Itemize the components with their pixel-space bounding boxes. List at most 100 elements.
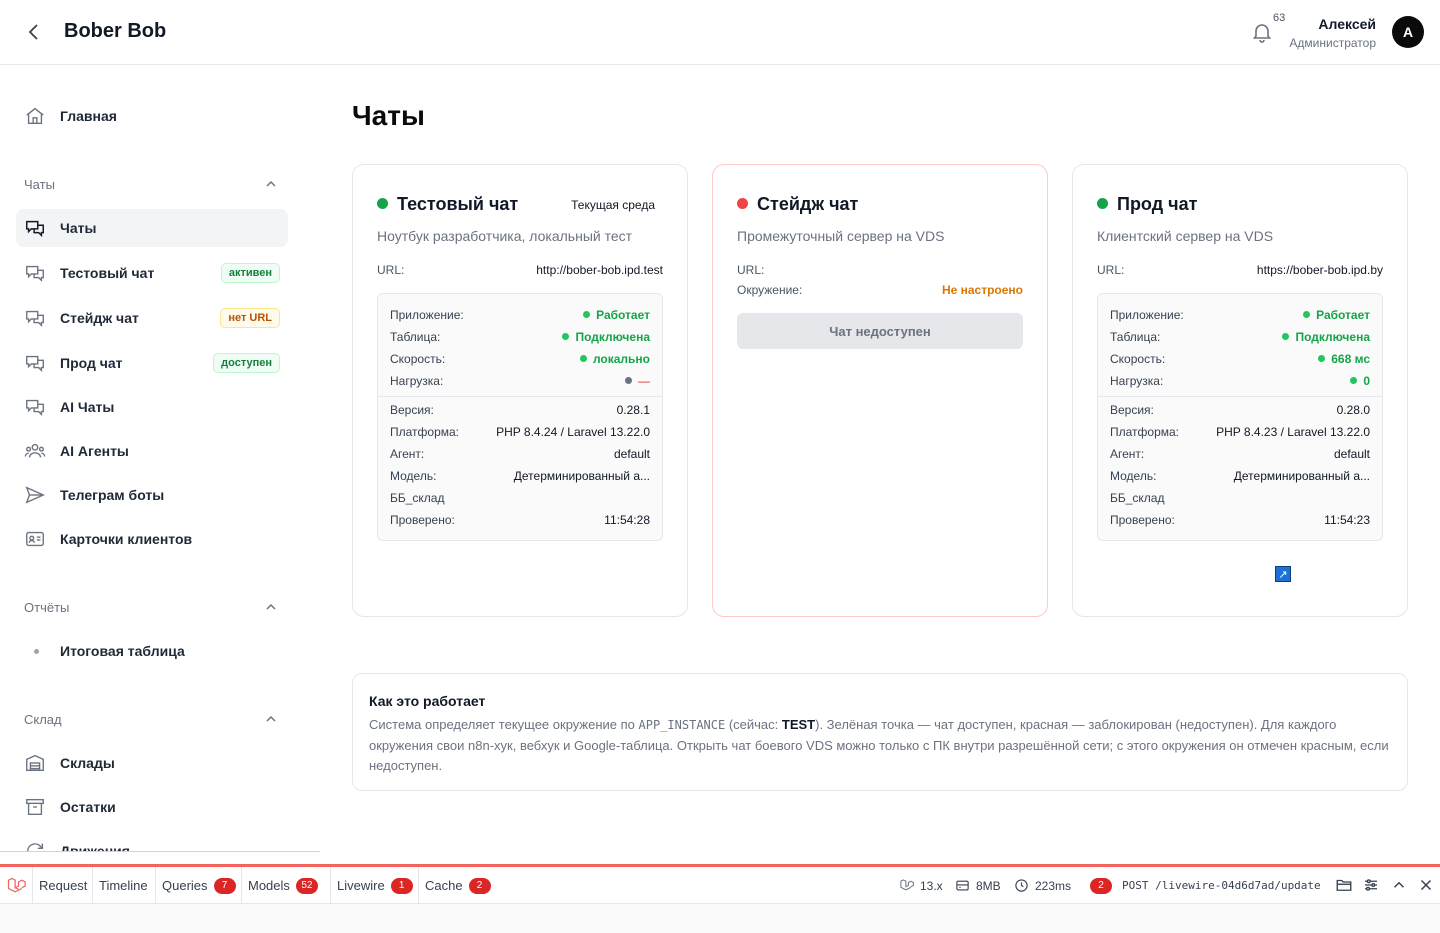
row-label: Платформа: <box>1110 425 1180 439</box>
sidebar-item-label: Стейдж чат <box>60 310 139 326</box>
sidebar-item-summary-table[interactable]: Итоговая таблица <box>16 632 288 670</box>
app-title: Bober Bob <box>64 20 167 42</box>
sidebar-group-warehouse[interactable]: Склад <box>24 712 280 727</box>
row-value: 0.28.1 <box>616 403 650 417</box>
card-subtitle: Ноутбук разработчика, локальный тест <box>377 228 633 244</box>
url-link[interactable]: http://bober-bob.ipd.test <box>536 263 663 277</box>
row-version: Версия: 0.28.0 <box>1110 403 1370 419</box>
sidebar: Главная Чаты Чаты Тестовый чат активен С… <box>0 66 320 852</box>
sidebar-item-telegram-bots[interactable]: Телеграм боты <box>16 476 288 514</box>
laravel-logo-icon[interactable] <box>6 876 26 896</box>
bullet-icon <box>34 649 39 654</box>
clock-icon <box>1015 879 1028 892</box>
user-name[interactable]: Алексей <box>1318 16 1376 32</box>
debug-tab-request[interactable]: Request <box>32 867 93 904</box>
chevron-up-icon <box>266 180 276 187</box>
row-platform: Платформа: PHP 8.4.23 / Laravel 13.22.0 <box>1110 425 1370 441</box>
row-value: Работает <box>1303 308 1370 322</box>
sidebar-item-label: Итоговая таблица <box>60 643 185 659</box>
row-label: ББ_склад <box>1110 491 1165 505</box>
sidebar-item-client-cards[interactable]: Карточки клиентов <box>16 520 288 558</box>
folder-icon[interactable] <box>1335 876 1353 894</box>
back-arrow-icon[interactable] <box>22 20 46 44</box>
sidebar-item-ai-chats[interactable]: AI Чаты <box>16 388 288 426</box>
chat-bubbles-icon <box>26 355 44 372</box>
chevron-up-icon <box>266 603 276 610</box>
info-box: Приложение: Работает Таблица: Подключена С… <box>1097 293 1383 541</box>
sidebar-item-label: Склады <box>60 755 115 771</box>
chat-unavailable-button[interactable]: Чат недоступен <box>737 313 1023 349</box>
row-label: Таблица: <box>390 330 441 344</box>
row-label: Нагрузка: <box>1110 374 1164 388</box>
group-label: Склад <box>24 712 62 727</box>
chat-bubbles-icon <box>26 399 44 416</box>
close-icon[interactable] <box>1417 876 1435 894</box>
debug-tab-timeline[interactable]: Timeline <box>92 867 154 904</box>
sidebar-item-stage-chat[interactable]: Стейдж чат нет URL <box>16 299 288 337</box>
sidebar-item-movements[interactable]: Движения <box>16 832 288 851</box>
url-link[interactable]: https://bober-bob.ipd.by <box>1257 263 1383 277</box>
row-speed: Скорость: локально <box>390 352 650 368</box>
row-platform: Платформа: PHP 8.4.24 / Laravel 13.22.0 <box>390 425 650 441</box>
group-label: Отчёты <box>24 600 70 615</box>
row-checked: Проверено: 11:54:28 <box>390 513 650 529</box>
sidebar-item-prod-chat[interactable]: Прод чат доступен <box>16 344 288 382</box>
status-badge: доступен <box>213 353 280 373</box>
sidebar-item-label: Главная <box>60 108 117 124</box>
row-load: Нагрузка: — <box>390 374 650 390</box>
row-value: default <box>1333 447 1370 461</box>
refresh-icon <box>26 843 44 851</box>
chevron-up-icon[interactable] <box>1390 876 1408 894</box>
row-label: Модель: <box>390 469 437 483</box>
laravel-version: 13.x <box>899 867 943 904</box>
sidebar-item-label: AI Чаты <box>60 399 115 415</box>
row-value: — <box>625 374 650 388</box>
sidebar-item-warehouses[interactable]: Склады <box>16 744 288 782</box>
status-dot <box>737 198 748 209</box>
sidebar-item-home[interactable]: Главная <box>16 97 288 135</box>
row-label: Агент: <box>390 447 425 461</box>
settings-sliders-icon[interactable] <box>1362 876 1380 894</box>
warehouse-icon <box>26 754 44 772</box>
external-link-icon[interactable]: ↗ <box>1275 566 1291 582</box>
sidebar-item-label: AI Агенты <box>60 443 129 459</box>
env-label: Окружение: <box>737 283 803 297</box>
chat-bubbles-icon <box>26 265 44 282</box>
debug-tab-livewire[interactable]: Livewire 1 <box>330 867 419 904</box>
sidebar-item-chats[interactable]: Чаты <box>16 209 288 247</box>
sidebar-item-ai-agents[interactable]: AI Агенты <box>16 432 288 470</box>
row-value: Детерминированный а... <box>1233 469 1370 483</box>
memory-usage: 8MB <box>955 867 1001 904</box>
row-label: Версия: <box>1110 403 1154 417</box>
sidebar-item-stock[interactable]: Остатки <box>16 788 288 826</box>
sidebar-item-label: Телеграм боты <box>60 487 165 503</box>
avatar[interactable]: A <box>1392 16 1424 48</box>
status-badge: нет URL <box>220 308 280 328</box>
row-label: Проверено: <box>1110 513 1175 527</box>
debug-tab-cache[interactable]: Cache 2 <box>418 867 497 904</box>
card-subtitle: Промежуточный сервер на VDS <box>737 228 945 244</box>
row-value: Детерминированный а... <box>513 469 650 483</box>
row-label: Таблица: <box>1110 330 1161 344</box>
card-title: Стейдж чат <box>757 194 859 214</box>
how-it-works-panel: Как это работает Система определяет теку… <box>352 673 1408 791</box>
row-label: Проверено: <box>390 513 455 527</box>
chat-card-stage: Стейдж чат Промежуточный сервер на VDS U… <box>712 164 1048 617</box>
row-value: 0 <box>1350 374 1370 388</box>
sidebar-group-chats[interactable]: Чаты <box>24 177 280 192</box>
user-role: Администратор <box>1289 36 1376 50</box>
sidebar-group-reports[interactable]: Отчёты <box>24 600 280 615</box>
debug-tab-models[interactable]: Models 52 <box>241 867 324 904</box>
sidebar-item-test-chat[interactable]: Тестовый чат активен <box>16 254 288 292</box>
paper-plane-icon <box>25 486 45 504</box>
row-agent: Агент: default <box>1110 447 1370 463</box>
debug-tab-queries[interactable]: Queries 7 <box>155 867 242 904</box>
row-table: Таблица: Подключена <box>1110 330 1370 346</box>
request-selector[interactable]: 2 POST /livewire-04d6d7ad/update <box>1090 867 1321 904</box>
current-env-label: Текущая среда <box>571 198 655 212</box>
status-dot <box>377 198 388 209</box>
sidebar-item-label: Прод чат <box>60 355 123 371</box>
row-value: 668 мс <box>1318 352 1370 366</box>
bell-icon[interactable] <box>1250 20 1274 44</box>
row-bb: ББ_склад <box>390 491 650 507</box>
